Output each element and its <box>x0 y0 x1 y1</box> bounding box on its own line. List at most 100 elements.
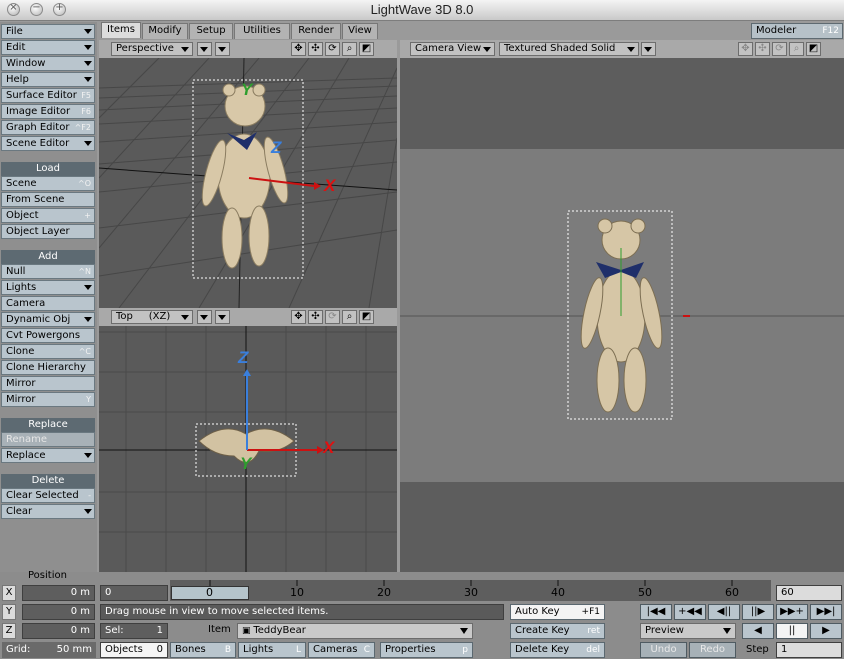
delete-key-button[interactable]: Delete Key del <box>510 642 605 658</box>
auto-key-button[interactable]: Auto Key +F1 <box>510 604 605 620</box>
zoom-magnifier-icon[interactable]: ⌕ <box>342 310 357 324</box>
graph-editor-button[interactable]: Graph Editor ^F2 <box>1 120 95 135</box>
scene-editor-menu[interactable]: Scene Editor <box>1 136 95 151</box>
clone-hierarchy-button[interactable]: Clone Hierarchy <box>1 360 95 375</box>
zoom-magnifier-icon[interactable]: ⌕ <box>342 42 357 56</box>
cameras-mode-button[interactable]: Cameras C <box>308 642 375 658</box>
viewport-options-select[interactable] <box>215 42 230 56</box>
viewport-options-select[interactable] <box>215 310 230 324</box>
auto-key-label: Auto Key <box>515 606 560 617</box>
tab-items[interactable]: Items <box>101 22 141 38</box>
tab-view[interactable]: View <box>342 23 378 39</box>
properties-button[interactable]: Properties p <box>380 642 473 658</box>
undo-button[interactable]: Undo <box>640 642 687 658</box>
view-type-select[interactable]: Perspective <box>111 42 193 56</box>
play-button[interactable]: ▶ <box>810 623 842 639</box>
next-key-button[interactable]: ▶▶+ <box>776 604 808 620</box>
rotate-icon[interactable]: ⟳ <box>325 310 340 324</box>
rotate-icon[interactable]: ⟳ <box>772 42 787 56</box>
load-object-button[interactable]: Object + <box>1 208 95 223</box>
load-object-layer-button[interactable]: Object Layer <box>1 224 95 239</box>
rotate-icon[interactable]: ⟳ <box>325 42 340 56</box>
timeline-slider[interactable]: 0 10 20 30 40 50 60 <box>170 580 771 601</box>
current-item-select[interactable]: ▣ TeddyBear <box>237 623 473 639</box>
zoom-magnifier-icon[interactable]: ⌕ <box>789 42 804 56</box>
shortcut-label: F12 <box>822 26 839 36</box>
play-reverse-button[interactable]: ◀ <box>742 623 774 639</box>
cvt-powergons-button[interactable]: Cvt Powergons <box>1 328 95 343</box>
add-null-button[interactable]: Null ^N <box>1 264 95 279</box>
maximize-viewport-icon[interactable]: ◩ <box>806 42 821 56</box>
title-bar: × − + LightWave 3D 8.0 <box>0 0 844 21</box>
clear-menu[interactable]: Clear <box>1 504 95 519</box>
load-from-scene-button[interactable]: From Scene <box>1 192 95 207</box>
position-y-input[interactable]: 0 m <box>22 604 95 620</box>
dropdown-arrow-icon <box>84 141 92 146</box>
help-menu[interactable]: Help <box>1 72 95 87</box>
grid-value: 50 mm <box>56 644 92 655</box>
tab-setup[interactable]: Setup <box>189 23 233 39</box>
tab-render[interactable]: Render <box>291 23 341 39</box>
start-frame-input[interactable]: 0 <box>100 585 168 601</box>
mirror-button-2[interactable]: Mirror Y <box>1 392 95 407</box>
create-key-button[interactable]: Create Key ret <box>510 623 605 639</box>
pan-icon[interactable]: ✣ <box>308 42 323 56</box>
perspective-viewport[interactable]: Y Z X <box>99 58 397 308</box>
shading-mode-select[interactable]: Textured Shaded Solid <box>499 42 639 56</box>
pan-icon[interactable]: ✣ <box>308 310 323 324</box>
dropdown-arrow-icon <box>84 509 92 514</box>
render-mode-select[interactable] <box>197 42 212 56</box>
tick-label: 0 <box>206 586 213 599</box>
first-frame-button[interactable]: |◀◀ <box>640 604 672 620</box>
step-input[interactable]: 1 <box>776 642 842 658</box>
window-menu[interactable]: Window <box>1 56 95 71</box>
load-scene-button[interactable]: Scene ^O <box>1 176 95 191</box>
step-label: Step <box>746 644 769 655</box>
pan-icon[interactable]: ✣ <box>755 42 770 56</box>
pause-button[interactable]: || <box>776 623 808 639</box>
edit-menu[interactable]: Edit <box>1 40 95 55</box>
mirror-button-1[interactable]: Mirror <box>1 376 95 391</box>
top-viewport[interactable]: Z Y X <box>99 326 397 572</box>
move-icon[interactable]: ✥ <box>291 42 306 56</box>
tab-modify[interactable]: Modify <box>142 23 188 39</box>
plane-label: (XZ) <box>148 311 171 322</box>
move-icon[interactable]: ✥ <box>291 310 306 324</box>
preview-select[interactable]: Preview <box>640 623 736 639</box>
bones-mode-button[interactable]: Bones B <box>170 642 236 658</box>
move-icon[interactable]: ✥ <box>738 42 753 56</box>
lights-mode-button[interactable]: Lights L <box>238 642 306 658</box>
maximize-viewport-icon[interactable]: ◩ <box>359 310 374 324</box>
clone-button[interactable]: Clone ^C <box>1 344 95 359</box>
redo-button[interactable]: Redo <box>689 642 736 658</box>
next-frame-button[interactable]: ||▶ <box>742 604 774 620</box>
camera-viewport[interactable] <box>400 58 844 572</box>
rename-button[interactable]: Rename <box>1 432 95 447</box>
clear-selected-button[interactable]: Clear Selected - <box>1 488 95 503</box>
tab-utilities[interactable]: Utilities <box>234 23 290 39</box>
position-z-input[interactable]: 0 m <box>22 623 95 639</box>
dropdown-arrow-icon <box>84 453 92 458</box>
maximize-viewport-icon[interactable]: ◩ <box>359 42 374 56</box>
add-dynamic-obj-menu[interactable]: Dynamic Obj <box>1 312 95 327</box>
window-menu-label: Window <box>6 58 46 69</box>
file-menu[interactable]: File <box>1 24 95 39</box>
add-lights-menu[interactable]: Lights <box>1 280 95 295</box>
last-frame-button[interactable]: ▶▶| <box>810 604 842 620</box>
end-frame-input[interactable]: 60 <box>776 585 842 601</box>
viewport-options-select[interactable] <box>641 42 656 56</box>
previous-frame-button[interactable]: ◀|| <box>708 604 740 620</box>
view-type-select[interactable]: Top (XZ) <box>111 310 193 324</box>
view-type-select[interactable]: Camera View <box>410 42 495 56</box>
render-mode-select[interactable] <box>197 310 212 324</box>
modeler-button[interactable]: Modeler F12 <box>751 23 843 39</box>
add-camera-button[interactable]: Camera <box>1 296 95 311</box>
replace-menu[interactable]: Replace <box>1 448 95 463</box>
shortcut-label: ret <box>587 626 600 636</box>
button-label: Object <box>6 210 39 221</box>
image-editor-button[interactable]: Image Editor F6 <box>1 104 95 119</box>
surface-editor-button[interactable]: Surface Editor F5 <box>1 88 95 103</box>
objects-mode-button[interactable]: Objects 0 <box>100 642 168 658</box>
previous-key-button[interactable]: +◀◀ <box>674 604 706 620</box>
position-x-input[interactable]: 0 m <box>22 585 95 601</box>
